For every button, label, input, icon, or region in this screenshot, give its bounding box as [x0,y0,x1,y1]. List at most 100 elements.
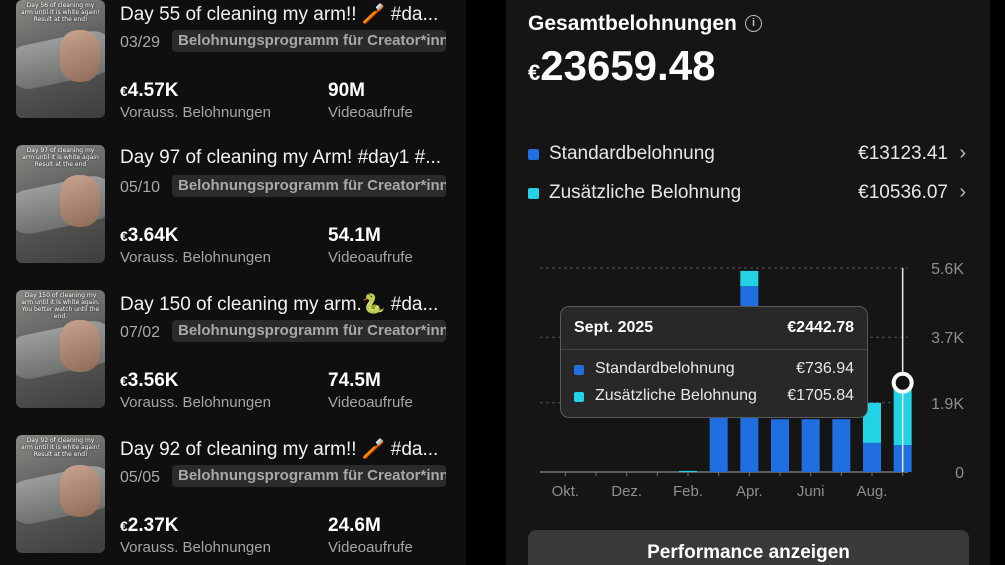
estimated-reward-label: Vorauss. Belohnungen [120,539,271,556]
tooltip-swatch [574,392,584,402]
chevron-right-icon: › [959,181,966,203]
thumbnail-caption: Day 92 of cleaning my arm until it is wh… [21,437,100,458]
legend-value: €10536.07 [858,182,948,203]
estimated-reward-value: €3.56K [120,370,179,392]
tooltip-value: €736.94 [796,360,854,377]
chart-tooltip: Sept. 2025 €2442.78 Standardbelohnung €7… [560,306,868,418]
video-title[interactable]: Day 97 of cleaning my Arm! #day1 #... [120,147,450,169]
x-tick-label: Aug. [857,483,888,500]
x-tick-label: Okt. [552,483,580,500]
currency-symbol: € [120,83,128,99]
rewards-panel: Gesamtbelohnungen i €23659.48 Standardbe… [506,0,990,565]
y-tick-label: 3.7K [931,330,964,347]
bar-segment-standardbelohnung[interactable] [771,419,789,472]
video-date: 05/05 [120,469,161,486]
x-tick-label: Juni [797,483,825,500]
video-views-label: Videoaufrufe [328,104,413,121]
estimated-reward-value: €3.64K [120,225,179,247]
currency-symbol: € [528,60,541,85]
x-tick-label: Dez. [611,483,642,500]
video-views-value: 54.1M [328,225,381,246]
video-date: 05/10 [120,179,161,196]
video-views-label: Videoaufrufe [328,539,413,556]
bar-segment-standardbelohnung[interactable] [801,419,820,472]
thumbnail-hand [60,320,100,372]
y-tick-label: 0 [955,465,964,482]
estimated-reward-label: Vorauss. Belohnungen [120,249,271,266]
video-views-label: Videoaufrufe [328,249,413,266]
currency-symbol: € [120,228,128,244]
y-tick-label: 1.9K [931,396,964,413]
thumbnail-hand [60,30,100,82]
info-icon[interactable]: i [745,15,762,32]
thumbnail-caption: Day 97 of cleaning my arm until it is wh… [22,147,99,168]
legend-swatch [528,149,539,160]
thumbnail-caption: Day 150 of cleaning my arm until it is w… [21,292,100,320]
total-value: 23659.48 [540,42,716,89]
y-tick-label: 5.6K [931,261,964,278]
estimated-reward-label: Vorauss. Belohnungen [120,394,271,411]
bar-segment-zusätzliche belohnung[interactable] [679,470,697,472]
program-badge: Belohnungsprogramm für Creator*innen [172,175,446,197]
video-title[interactable]: Day 92 of cleaning my arm!! 🪥 #da... [120,437,450,461]
tooltip-row-additional: Zusätzliche Belohnung €1705.84 [574,387,854,407]
estimated-reward-label: Vorauss. Belohnungen [120,104,271,121]
estimated-reward-value: €2.37K [120,515,179,537]
tooltip-date: Sept. 2025 [574,319,654,336]
video-row[interactable]: Day 92 of cleaning my arm until it is wh… [0,435,466,565]
currency-symbol: € [120,373,128,389]
bar-segment-standardbelohnung[interactable] [863,442,881,472]
video-date: 03/29 [120,34,161,51]
video-views-value: 90M [328,80,365,101]
tooltip-divider [561,349,867,350]
reward-amount: 4.57K [127,80,179,101]
video-thumbnail[interactable]: Day 150 of cleaning my arm until it is w… [16,290,105,408]
thumbnail-hand [60,465,100,517]
program-badge: Belohnungsprogramm für Creator*innen [172,30,446,52]
video-list: Day 56 of cleaning my arm until it is wh… [0,0,466,565]
video-thumbnail[interactable]: Day 92 of cleaning my arm until it is wh… [16,435,105,553]
estimated-reward-value: €4.57K [120,80,179,102]
video-row[interactable]: Day 97 of cleaning my arm until it is wh… [0,145,466,285]
program-badge: Belohnungsprogramm für Creator*innen [172,320,446,342]
reward-amount: 2.37K [127,515,179,536]
video-date: 07/02 [120,324,161,341]
legend-label: Standardbelohnung [549,143,715,164]
reward-amount: 3.64K [127,225,179,246]
bar-segment-standardbelohnung[interactable] [709,417,728,472]
x-tick-label: Feb. [673,483,703,500]
video-views-value: 74.5M [328,370,381,391]
reward-amount: 3.56K [127,370,179,391]
tooltip-row-standard: Standardbelohnung €736.94 [574,360,854,380]
video-row[interactable]: Day 56 of cleaning my arm until it is wh… [0,0,466,140]
x-tick-label: Apr. [736,483,763,500]
video-title[interactable]: Day 150 of cleaning my arm.🐍 #da... [120,292,450,316]
legend-value: €13123.41 [858,143,948,164]
legend-swatch [528,188,539,199]
legend-additional-reward[interactable]: Zusätzliche Belohnung €10536.07 › [528,181,968,206]
performance-button[interactable]: Performance anzeigen [528,530,969,565]
thumbnail-hand [60,175,100,227]
bar-segment-zusätzliche belohnung[interactable] [740,270,759,287]
selection-marker[interactable] [891,371,914,394]
tooltip-total: €2442.78 [787,319,854,336]
legend-label: Zusätzliche Belohnung [549,182,742,203]
video-thumbnail[interactable]: Day 56 of cleaning my arm until it is wh… [16,0,105,118]
total-rewards-title: Gesamtbelohnungen [528,12,737,35]
video-title[interactable]: Day 55 of cleaning my arm!! 🪥 #da... [120,2,450,26]
tooltip-swatch [574,365,584,375]
video-row[interactable]: Day 150 of cleaning my arm until it is w… [0,290,466,430]
thumbnail-caption: Day 56 of cleaning my arm until it is wh… [21,2,100,23]
tooltip-value: €1705.84 [787,387,854,404]
legend-standard-reward[interactable]: Standardbelohnung €13123.41 › [528,142,968,167]
tooltip-label: Standardbelohnung [595,360,735,377]
video-thumbnail[interactable]: Day 97 of cleaning my arm until it is wh… [16,145,105,263]
program-badge: Belohnungsprogramm für Creator*innen [172,465,446,487]
video-views-label: Videoaufrufe [328,394,413,411]
video-views-value: 24.6M [328,515,381,536]
tooltip-label: Zusätzliche Belohnung [595,387,757,404]
currency-symbol: € [120,518,128,534]
bar-segment-standardbelohnung[interactable] [832,419,851,472]
total-rewards-amount: €23659.48 [528,42,715,90]
chevron-right-icon: › [959,142,966,164]
